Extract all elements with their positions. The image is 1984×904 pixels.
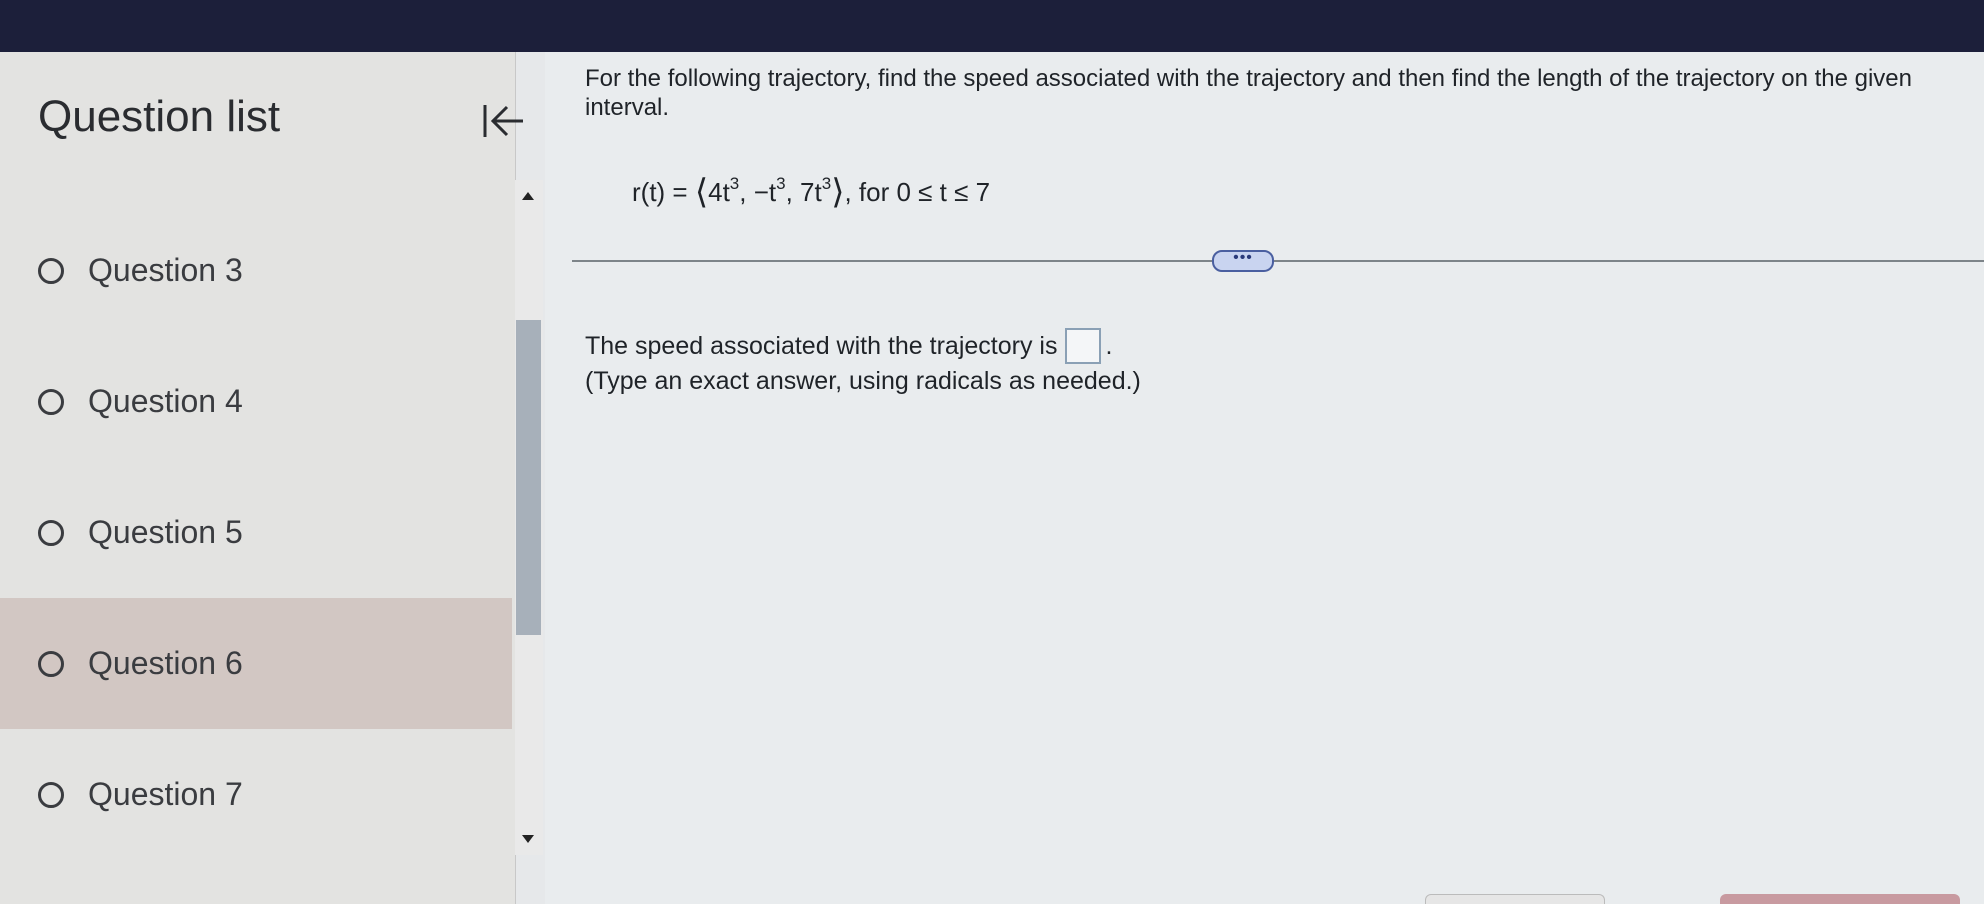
formula-exponent: 3	[776, 174, 786, 193]
question-item-4[interactable]: Question 4	[0, 336, 512, 467]
collapse-left-icon	[483, 105, 523, 137]
answer-input[interactable]	[1065, 328, 1102, 364]
sidebar-title: Question list	[38, 92, 281, 141]
trajectory-formula: r(t) = ⟨4t3, −t3, 7t3⟩, for 0 ≤ t ≤ 7	[632, 172, 990, 212]
answer-line: The speed associated with the trajectory…	[585, 328, 1112, 364]
collapse-sidebar-button[interactable]	[478, 96, 528, 146]
question-list-scrollbar[interactable]	[515, 180, 543, 855]
arrow-up-icon[interactable]	[522, 192, 534, 200]
question-label: Question 4	[88, 383, 243, 419]
radio-unchecked-icon	[38, 388, 64, 415]
question-item-6[interactable]: Question 6	[0, 598, 512, 729]
arrow-down-icon[interactable]	[522, 835, 534, 843]
formula-open-bracket: ⟨	[694, 173, 709, 211]
answer-hint: (Type an exact answer, using radicals as…	[585, 367, 1141, 395]
question-list: Question 3 Question 4 Question 5 Questio…	[0, 205, 512, 860]
formula-component-2: , −t	[739, 177, 777, 207]
scroll-thumb[interactable]	[516, 320, 541, 635]
question-label: Question 7	[88, 776, 243, 812]
question-label: Question 5	[88, 514, 243, 550]
question-item-5[interactable]: Question 5	[0, 467, 512, 598]
formula-lhs: r(t) =	[632, 177, 695, 207]
formula-exponent: 3	[729, 174, 740, 193]
formula-interval: , for 0 ≤ t ≤ 7	[844, 177, 991, 207]
section-divider	[572, 260, 1984, 262]
question-prompt: For the following trajectory, find the s…	[585, 65, 1912, 121]
formula-close-bracket: ⟩	[831, 173, 845, 211]
radio-unchecked-icon	[38, 781, 64, 808]
radio-unchecked-icon	[38, 650, 64, 677]
radio-unchecked-icon	[38, 257, 64, 284]
question-label: Question 6	[88, 645, 243, 681]
question-item-7[interactable]: Question 7	[0, 729, 512, 860]
question-label: Question 3	[88, 252, 243, 288]
formula-component-3: , 7t	[785, 177, 822, 207]
formula-exponent: 3	[821, 174, 832, 193]
bottom-button-left[interactable]	[1425, 894, 1605, 904]
more-button[interactable]: •••	[1212, 250, 1274, 272]
question-item-3[interactable]: Question 3	[0, 205, 512, 336]
answer-end: .	[1105, 331, 1113, 360]
formula-component-1: 4t	[708, 177, 730, 207]
question-content: For the following trajectory, find the s…	[545, 52, 1984, 904]
radio-unchecked-icon	[38, 519, 64, 546]
answer-text: The speed associated with the trajectory…	[585, 331, 1058, 360]
bottom-button-right[interactable]	[1720, 894, 1960, 904]
top-bar	[0, 0, 1984, 52]
